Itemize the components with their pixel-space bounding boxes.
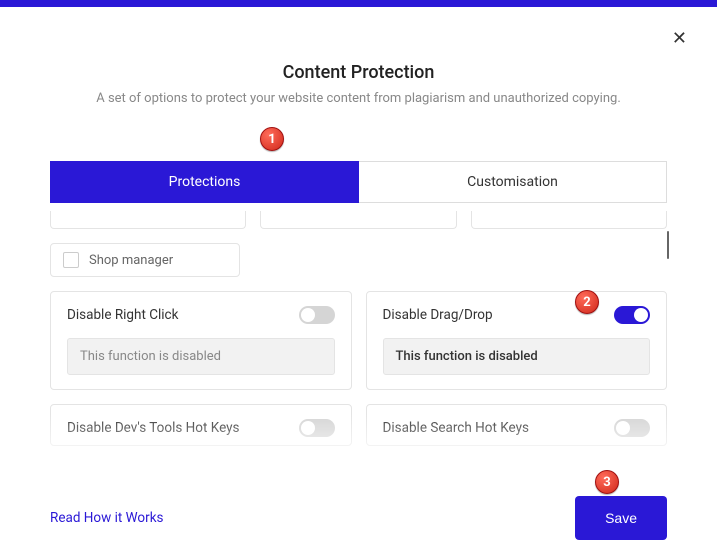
card-disable-right-click: Disable Right Click This function is dis… — [50, 291, 352, 390]
card-disable-search-hotkeys: Disable Search Hot Keys — [366, 404, 668, 446]
top-accent-bar — [0, 0, 717, 7]
card-title: Disable Drag/Drop — [383, 307, 493, 323]
card-disable-dev-tools: Disable Dev's Tools Hot Keys — [50, 404, 352, 446]
card-stub — [50, 211, 246, 229]
disabled-note: This function is disabled — [383, 338, 651, 375]
cards-row-2: Disable Dev's Tools Hot Keys Disable Sea… — [50, 404, 667, 446]
toggle-drag-drop[interactable] — [614, 306, 650, 324]
cards-peek-row — [50, 211, 667, 229]
close-icon: ✕ — [672, 28, 687, 48]
footer: Read How it Works Save — [50, 496, 667, 540]
role-row: Shop manager — [50, 243, 667, 277]
annotation-badge-2: 2 — [575, 290, 599, 314]
card-stub — [471, 211, 667, 229]
modal-subtitle: A set of options to protect your website… — [0, 91, 717, 106]
tab-label: Protections — [169, 174, 241, 190]
card-title: Disable Dev's Tools Hot Keys — [67, 420, 240, 436]
scrollbar-handle[interactable] — [667, 231, 669, 259]
tab-label: Customisation — [467, 174, 558, 190]
save-button[interactable]: Save — [575, 496, 667, 540]
tab-customisation[interactable]: Customisation — [359, 161, 667, 203]
toggle-search-hotkeys[interactable] — [614, 419, 650, 437]
read-how-it-works-link[interactable]: Read How it Works — [50, 510, 164, 526]
tab-bar: Protections Customisation — [50, 161, 667, 203]
modal-header: Content Protection A set of options to p… — [0, 7, 717, 106]
checkbox[interactable] — [63, 252, 79, 268]
toggle-dev-tools[interactable] — [299, 419, 335, 437]
card-title: Disable Right Click — [67, 307, 178, 323]
role-shop-manager[interactable]: Shop manager — [50, 243, 240, 277]
modal-title: Content Protection — [0, 62, 717, 83]
annotation-badge-3: 3 — [595, 470, 619, 494]
card-title: Disable Search Hot Keys — [383, 420, 529, 436]
card-stub — [260, 211, 456, 229]
role-label: Shop manager — [89, 253, 173, 268]
card-disable-drag-drop: Disable Drag/Drop This function is disab… — [366, 291, 668, 390]
annotation-badge-1: 1 — [260, 127, 284, 151]
cards-row-1: Disable Right Click This function is dis… — [50, 291, 667, 390]
toggle-right-click[interactable] — [299, 306, 335, 324]
close-button[interactable]: ✕ — [672, 28, 687, 49]
disabled-note: This function is disabled — [67, 338, 335, 375]
tab-protections[interactable]: Protections — [50, 161, 359, 203]
